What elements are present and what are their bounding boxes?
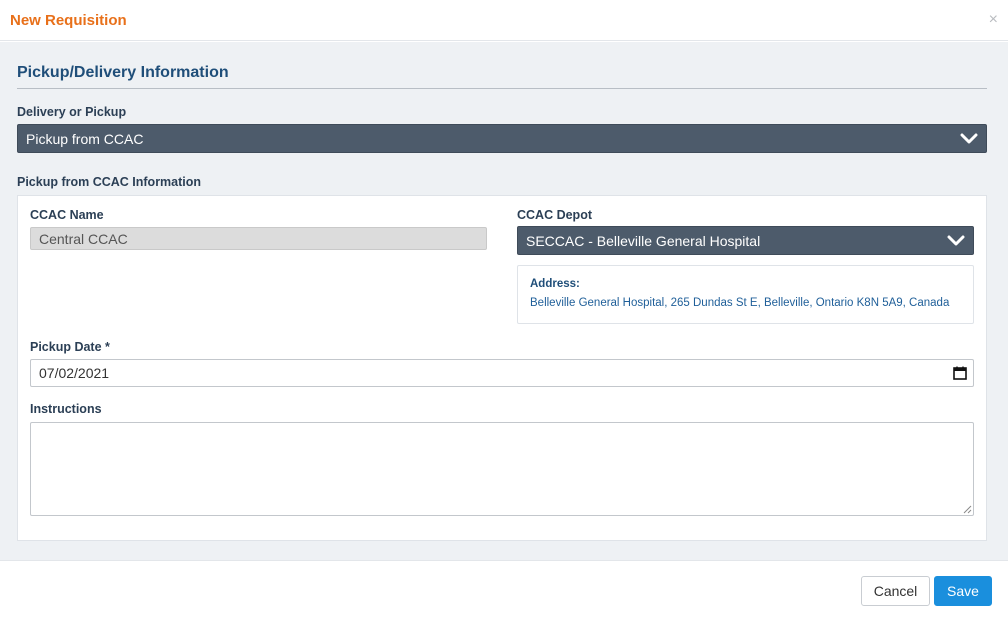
resize-handle-icon[interactable] bbox=[962, 504, 972, 514]
ccac-depot-value: SECCAC - Belleville General Hospital bbox=[526, 232, 761, 249]
save-button[interactable]: Save bbox=[934, 576, 992, 606]
modal-title: New Requisition bbox=[10, 11, 127, 29]
pickup-info-panel: CCAC Name Central CCAC CCAC Depot SECCAC… bbox=[17, 195, 987, 541]
ccac-name-group: CCAC Name Central CCAC bbox=[30, 208, 487, 250]
pickup-date-label: Pickup Date * bbox=[30, 340, 110, 354]
instructions-group: Instructions bbox=[30, 402, 974, 516]
pickup-date-group: Pickup Date * 07/02/2021 bbox=[30, 340, 974, 387]
ccac-name-input: Central CCAC bbox=[30, 227, 487, 250]
delivery-or-pickup-label: Delivery or Pickup bbox=[17, 105, 127, 119]
chevron-down-icon bbox=[947, 235, 965, 245]
ccac-depot-label: CCAC Depot bbox=[517, 208, 592, 222]
close-icon[interactable]: × bbox=[989, 12, 998, 28]
address-box: Address: Belleville General Hospital, 26… bbox=[517, 265, 974, 324]
address-label: Address: bbox=[530, 278, 580, 290]
modal-body: Pickup/Delivery Information Delivery or … bbox=[0, 42, 1008, 560]
ccac-depot-select[interactable]: SECCAC - Belleville General Hospital bbox=[517, 226, 974, 255]
cancel-button[interactable]: Cancel bbox=[861, 576, 930, 606]
pickup-date-input[interactable]: 07/02/2021 bbox=[30, 359, 974, 387]
delivery-or-pickup-value: Pickup from CCAC bbox=[26, 130, 144, 147]
instructions-textarea[interactable] bbox=[30, 422, 974, 516]
new-requisition-modal: New Requisition × Pickup/Delivery Inform… bbox=[0, 0, 1008, 620]
modal-header: New Requisition × bbox=[0, 0, 1008, 41]
pickup-date-value: 07/02/2021 bbox=[39, 365, 110, 381]
pickup-info-label: Pickup from CCAC Information bbox=[17, 175, 202, 189]
chevron-down-icon bbox=[960, 133, 978, 143]
section-title: Pickup/Delivery Information bbox=[17, 42, 987, 89]
modal-footer: Cancel Save bbox=[0, 560, 1008, 620]
calendar-icon[interactable] bbox=[953, 366, 967, 380]
ccac-depot-group: CCAC Depot SECCAC - Belleville General H… bbox=[517, 208, 974, 324]
instructions-label: Instructions bbox=[30, 402, 102, 416]
address-text: Belleville General Hospital, 265 Dundas … bbox=[530, 297, 950, 309]
ccac-name-label: CCAC Name bbox=[30, 208, 104, 222]
delivery-or-pickup-select[interactable]: Pickup from CCAC bbox=[17, 124, 987, 153]
